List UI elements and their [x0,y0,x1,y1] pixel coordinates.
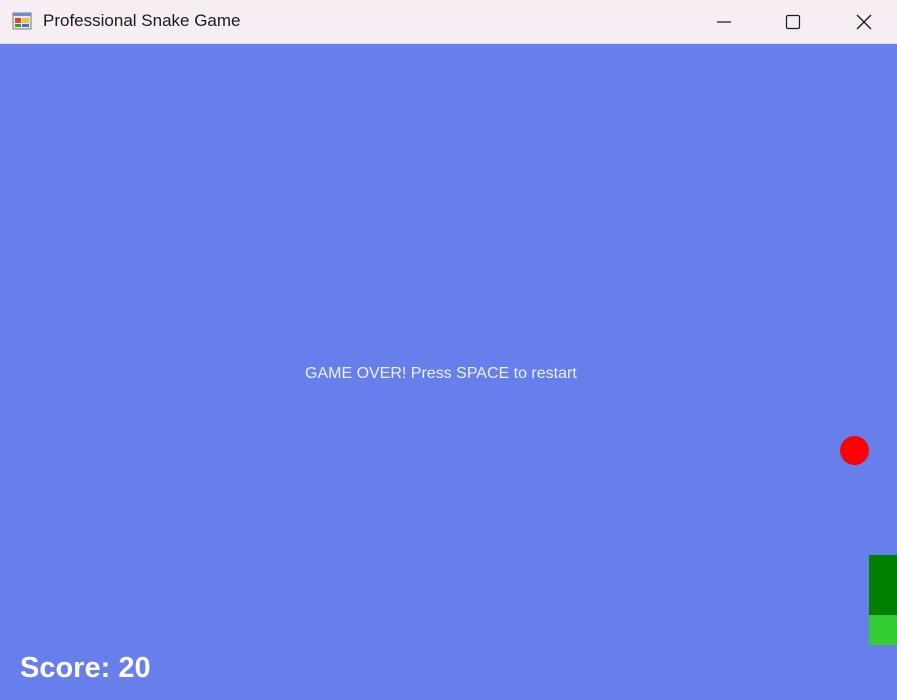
close-icon [856,14,872,30]
game-window: Professional Snake Game GAME OVER! Press… [0,0,897,700]
app-window-icon [12,12,32,30]
snake-body-segment [869,615,897,645]
score-display: Score: 20 [20,652,151,684]
maximize-button[interactable] [758,0,828,44]
window-title: Professional Snake Game [43,11,241,30]
minimize-icon [717,21,731,23]
title-bar[interactable]: Professional Snake Game [0,0,897,44]
minimize-button[interactable] [689,0,759,44]
game-board[interactable]: GAME OVER! Press SPACE to restart Score:… [0,45,897,700]
food-apple [840,436,869,465]
close-button[interactable] [829,0,897,44]
game-over-message: GAME OVER! Press SPACE to restart [305,365,577,382]
maximize-icon [785,14,801,30]
snake-head-segment [869,555,897,615]
